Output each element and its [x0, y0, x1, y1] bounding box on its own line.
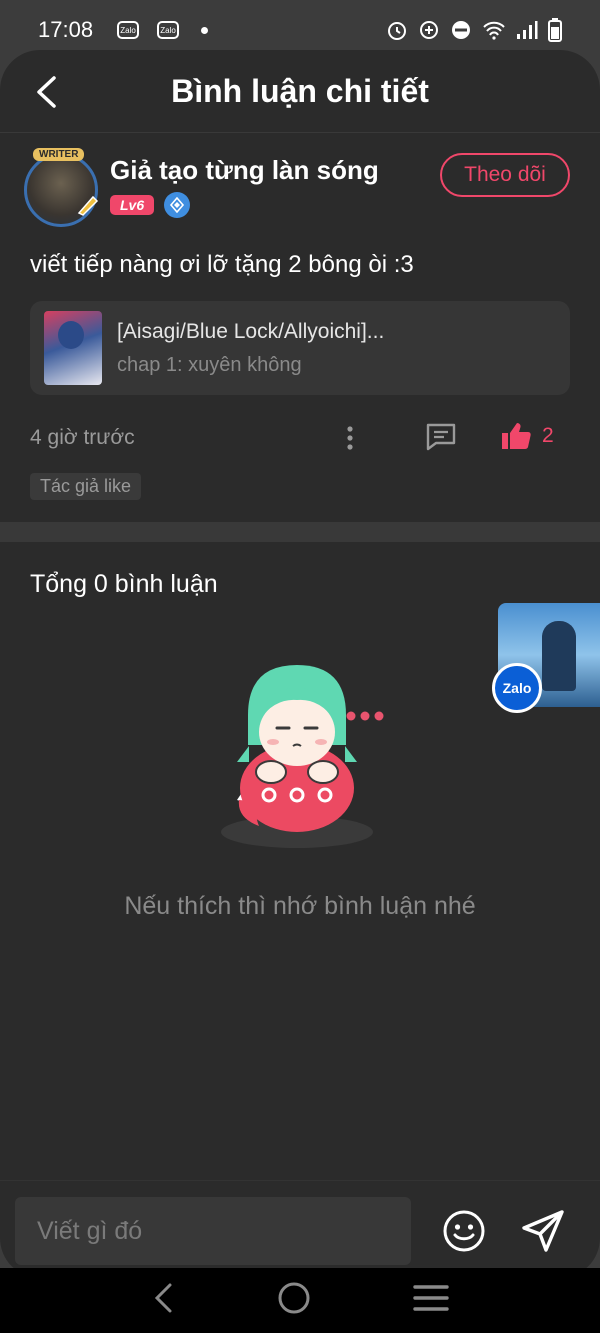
header: Bình luận chi tiết — [0, 50, 600, 133]
story-cover-image — [44, 311, 102, 385]
dnd-icon — [450, 19, 472, 41]
timestamp: 4 giờ trước — [30, 426, 135, 449]
nav-back-button[interactable] — [151, 1281, 175, 1320]
reply-button[interactable] — [424, 421, 458, 458]
comment-input-bar — [0, 1180, 600, 1278]
send-icon — [522, 1210, 564, 1252]
zalo-notification-icon: Zalo — [157, 21, 180, 39]
author-liked-tag: Tác giả like — [30, 473, 142, 500]
emoji-button[interactable] — [442, 1209, 486, 1258]
emoji-icon — [443, 1210, 485, 1252]
chevron-left-icon — [37, 76, 56, 108]
system-nav-bar — [0, 1268, 600, 1333]
comment-post: WRITER Giả tạo từng làn sóng Lv6 Theo dõ… — [0, 148, 600, 500]
comment-text: viết tiếp nàng ơi lỡ tặng 2 bông òi :3 — [30, 251, 414, 278]
author-info: Giả tạo từng làn sóng Lv6 — [110, 155, 379, 218]
wifi-icon — [482, 20, 506, 40]
meta-row: 4 giờ trước 2 — [30, 423, 570, 453]
more-vertical-icon — [347, 426, 353, 450]
follow-button[interactable]: Theo dõi — [440, 153, 570, 197]
medal-icon — [164, 192, 191, 218]
notification-dot-icon — [201, 26, 209, 34]
section-divider — [0, 522, 600, 542]
back-button[interactable] — [26, 70, 66, 114]
send-button[interactable] — [520, 1208, 566, 1259]
chapter-info: [Aisagi/Blue Lock/Allyoichi]... chap 1: … — [117, 320, 384, 377]
comment-icon — [426, 423, 456, 451]
thumbs-up-icon — [502, 423, 531, 449]
back-icon — [154, 1283, 172, 1313]
status-time: 17:08 — [38, 17, 94, 42]
more-options-button[interactable] — [340, 423, 360, 453]
status-left: 17:08 Zalo Zalo — [38, 17, 209, 43]
pen-icon — [75, 191, 101, 222]
page-title: Bình luận chi tiết — [171, 72, 429, 109]
avatar[interactable]: WRITER — [24, 148, 101, 227]
comment-input[interactable] — [15, 1197, 411, 1265]
alarm-icon — [386, 19, 408, 41]
like-count: 2 — [542, 424, 554, 447]
author-badges: Lv6 — [110, 192, 379, 218]
like-button[interactable]: 2 — [500, 421, 554, 451]
battery-icon — [548, 18, 562, 42]
status-right — [386, 18, 562, 42]
nav-recents-button[interactable] — [413, 1282, 450, 1319]
chapter-title: [Aisagi/Blue Lock/Allyoichi]... — [117, 319, 385, 343]
empty-comments-message: Nếu thích thì nhớ bình luận nhé — [124, 892, 476, 920]
chapter-subtitle: chap 1: xuyên không — [117, 353, 302, 376]
author-row: WRITER Giả tạo từng làn sóng Lv6 Theo dõ… — [24, 148, 570, 233]
writer-badge: WRITER — [33, 148, 85, 161]
data-saver-icon — [418, 19, 440, 41]
signal-icon — [516, 20, 538, 40]
level-badge: Lv6 — [110, 195, 155, 215]
menu-icon — [413, 1285, 450, 1311]
chapter-card[interactable]: [Aisagi/Blue Lock/Allyoichi]... chap 1: … — [30, 301, 570, 395]
empty-comments-illustration — [215, 650, 395, 850]
bubble-avatar-image — [542, 621, 576, 691]
author-name[interactable]: Giả tạo từng làn sóng — [110, 155, 379, 186]
zalo-notification-icon: Zalo — [117, 21, 140, 39]
nav-home-button[interactable] — [276, 1280, 312, 1321]
zalo-app-icon[interactable]: Zalo — [492, 663, 542, 713]
total-comments: Tổng 0 bình luận — [30, 570, 218, 598]
home-icon — [278, 1282, 310, 1314]
